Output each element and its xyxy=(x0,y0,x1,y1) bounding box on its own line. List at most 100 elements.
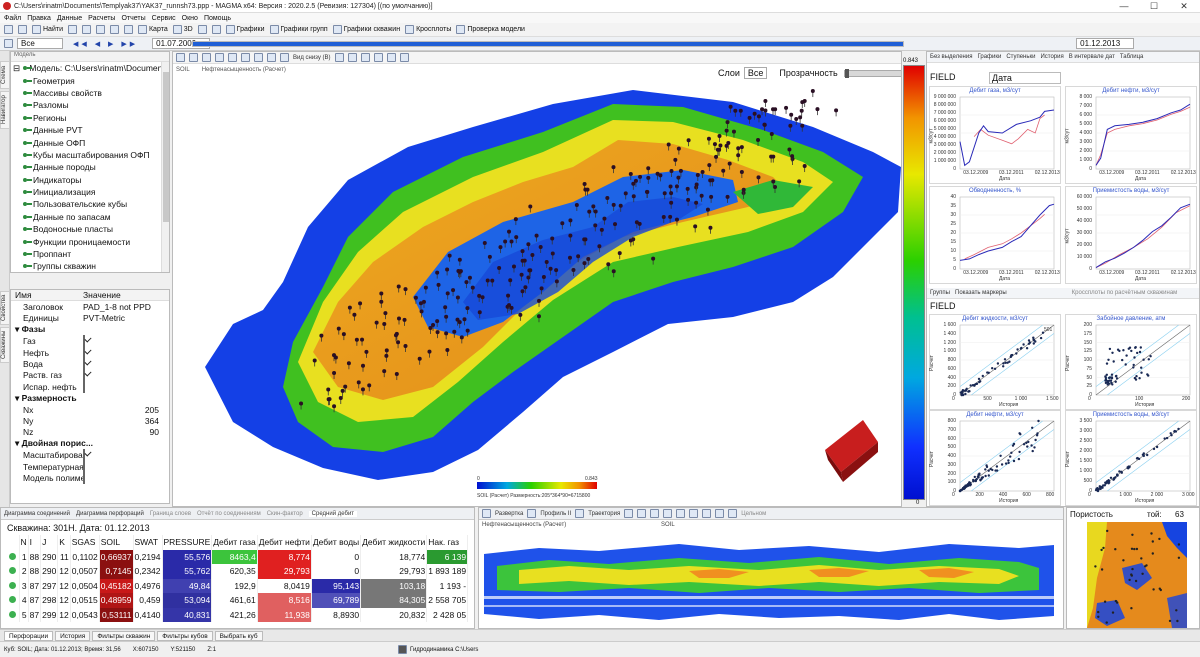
tab-cube-filters[interactable]: Фильтры кубов xyxy=(157,630,213,641)
group-phases[interactable]: ▾ Фазы xyxy=(11,324,161,335)
column-header[interactable]: SOIL xyxy=(99,535,134,550)
minimize-button[interactable]: — xyxy=(1110,0,1138,13)
prop-value[interactable]: 205 xyxy=(83,405,169,415)
tab-properties[interactable]: Свойства xyxy=(0,291,10,325)
tool-icon[interactable] xyxy=(109,25,119,34)
tool-icon[interactable] xyxy=(197,25,207,34)
tree-item[interactable]: Регионы xyxy=(11,112,169,124)
status-hydro[interactable]: Гидродинамика C:\Users xyxy=(398,645,478,654)
open-icon[interactable] xyxy=(18,25,27,34)
tree-item[interactable]: Геометрия xyxy=(11,74,169,86)
maximize-button[interactable]: ☐ xyxy=(1140,0,1168,13)
tree-item[interactable]: Функции проницаемости xyxy=(11,235,169,247)
find-button[interactable]: Найти xyxy=(32,25,63,34)
column-header[interactable]: I xyxy=(28,535,42,550)
prop-value[interactable]: PAD_1-8 not PPD xyxy=(83,302,169,312)
menu-calc[interactable]: Расчеты xyxy=(88,15,115,22)
tab-navigator[interactable]: Навигатор xyxy=(0,91,10,129)
porosity-map[interactable] xyxy=(1067,508,1200,629)
tab-perforations[interactable]: Перфорации xyxy=(4,630,54,641)
checkbox[interactable] xyxy=(83,369,85,382)
crossplot-chart[interactable]: Приемистость воды, м3/сут 3 500 3 000 2 500… xyxy=(1065,410,1197,506)
time-series-chart[interactable]: Приемистость воды, м3/сут 60 000 50 000 40 … xyxy=(1064,186,1197,284)
time-series-chart[interactable]: Дебит нефти, м3/сут 8 000 7 000 6 000 5 000 4… xyxy=(1064,86,1197,184)
tab-wells[interactable]: Скважины xyxy=(0,327,10,363)
menu-file[interactable]: Файл xyxy=(4,15,21,22)
tab-connections-diagram[interactable]: Диаграмма соединений xyxy=(4,511,70,517)
column-header[interactable]: Дебит воды xyxy=(311,535,362,550)
checkbox[interactable] xyxy=(83,380,85,393)
group-graphs-button[interactable]: Графики групп xyxy=(269,25,328,34)
column-header[interactable]: J xyxy=(40,535,59,550)
no-selection-select[interactable]: Без выделения xyxy=(930,54,972,60)
column-header[interactable]: Дебит газа xyxy=(211,535,258,550)
calc-wells-crossplot[interactable]: Кроссплоты по расчётным скважинам xyxy=(1072,290,1178,296)
playback-controls[interactable]: ◀◀ ◀ ▶ ▶▶ xyxy=(73,40,138,48)
column-header[interactable]: Дебит жидкости xyxy=(360,535,428,550)
tool-icon[interactable] xyxy=(81,25,91,34)
checkbox[interactable] xyxy=(83,346,85,359)
period-select[interactable]: Все xyxy=(17,38,63,49)
x-axis-select[interactable]: Дата xyxy=(989,72,1061,84)
close-button[interactable]: ✕ xyxy=(1170,0,1198,13)
well-graphs-button[interactable]: Графики скважин xyxy=(332,25,400,34)
tree-item[interactable]: Данные PVT xyxy=(11,124,169,136)
checkbox[interactable] xyxy=(83,460,85,473)
profile-section[interactable] xyxy=(479,508,1064,629)
column-header[interactable]: SWAT xyxy=(133,535,163,550)
tree-item[interactable]: Данные породы xyxy=(11,161,169,173)
column-header[interactable]: Нак. газ xyxy=(426,535,469,550)
tree-item[interactable]: Пользовательские кубы xyxy=(11,198,169,210)
column-header[interactable]: N xyxy=(19,535,29,550)
tree-root[interactable]: ⊟ Модель: C:\Users\rinatm\Documents xyxy=(11,62,169,74)
prop-value[interactable]: PVT-Metric xyxy=(83,313,169,323)
column-header[interactable]: Дебит нефти xyxy=(257,535,312,550)
time-series-chart[interactable]: Дебит газа, м3/сут 9 000 000 8 000 000 7 00… xyxy=(928,86,1061,184)
menu-edit[interactable]: Правка xyxy=(27,15,51,22)
tab-layer-boundary[interactable]: Граница слоев xyxy=(150,511,191,517)
column-header[interactable]: SGAS xyxy=(70,535,100,550)
table-row[interactable]: 4 87 298 12 0,0515 0,48959 0,459 53,094 461,61 8,… xyxy=(7,593,469,608)
crossplots-button[interactable]: Кросплоты xyxy=(405,25,451,34)
tab-history[interactable]: История xyxy=(55,630,91,641)
tab-connections-report[interactable]: Отчёт по соединениям xyxy=(197,511,261,517)
menu-data[interactable]: Данные xyxy=(57,15,82,22)
tree-item[interactable]: Индикаторы xyxy=(11,174,169,186)
model-check-button[interactable]: Проверка модели xyxy=(456,25,525,34)
tool-icon[interactable] xyxy=(211,25,221,34)
tree-item[interactable]: Проппант xyxy=(11,248,169,260)
view3d-button[interactable]: 3D xyxy=(172,25,193,34)
prop-value[interactable]: 364 xyxy=(83,416,169,426)
table-row[interactable]: 2 88 290 12 0,0507 0,7145 0,2342 55,762 620,35 29… xyxy=(7,564,469,579)
steps-toggle[interactable]: Ступеньки xyxy=(1006,54,1035,60)
tool-icon[interactable] xyxy=(95,25,105,34)
group-dual[interactable]: ▾ Двойная порис... xyxy=(11,438,161,449)
checkbox[interactable] xyxy=(83,449,85,462)
table-row[interactable]: 5 87 299 12 0,0543 0,53111 0,4140 40,831 421,26 1… xyxy=(7,607,469,622)
crossplot-chart[interactable]: Дебит жидкости, м3/сут 1 600 1 400 1 200 1 0… xyxy=(929,314,1061,410)
tab-avg-rate[interactable]: Средний дебит xyxy=(308,510,358,517)
tab-scheme[interactable]: Схема xyxy=(0,61,10,89)
show-markers-toggle[interactable]: Показать маркеры xyxy=(955,290,1007,296)
table-row[interactable]: 3 87 297 12 0,0504 0,45182 0,4976 49,84 192,9 8,0… xyxy=(7,578,469,593)
crossplot-chart[interactable]: Дебит нефти, м3/сут 800 700 600 500 400 300 200… xyxy=(929,410,1061,506)
viewport-3d[interactable]: Вид снизу (В) SOIL Нефтенасыщенность (Ра… xyxy=(172,51,902,507)
tree-item[interactable]: Группы скважин xyxy=(11,260,169,272)
tree-item[interactable]: Массивы свойств xyxy=(11,87,169,99)
graphs-button[interactable]: Графики xyxy=(225,25,265,34)
tree-item[interactable]: Разломы xyxy=(11,99,169,111)
crossplot-chart[interactable]: Забойное давление, атм 200 175 150 125 100 75 5… xyxy=(1065,314,1197,410)
end-date-field[interactable]: 01.12.2013 xyxy=(1076,38,1135,49)
tree-item[interactable]: Данные по запасам xyxy=(11,211,169,223)
timeline-slider[interactable] xyxy=(192,41,904,47)
menu-reports[interactable]: Отчеты xyxy=(121,15,145,22)
menu-help[interactable]: Помощь xyxy=(204,15,231,22)
save-icon[interactable] xyxy=(4,25,13,34)
tree-item[interactable]: Водоносные пласты xyxy=(11,223,169,235)
tab-skin[interactable]: Скин-фактор xyxy=(267,511,303,517)
column-header[interactable]: K xyxy=(57,535,71,550)
menu-service[interactable]: Сервис xyxy=(152,15,176,22)
reservoir-3d-model[interactable]: 0 0.843 SOIL (Расчет) Размерность:205*36… xyxy=(173,52,902,507)
table-row[interactable]: 1 88 290 11 0,1102 0,66937 0,2194 55,576 8463,4 8… xyxy=(7,549,469,564)
checkbox[interactable] xyxy=(83,471,85,484)
